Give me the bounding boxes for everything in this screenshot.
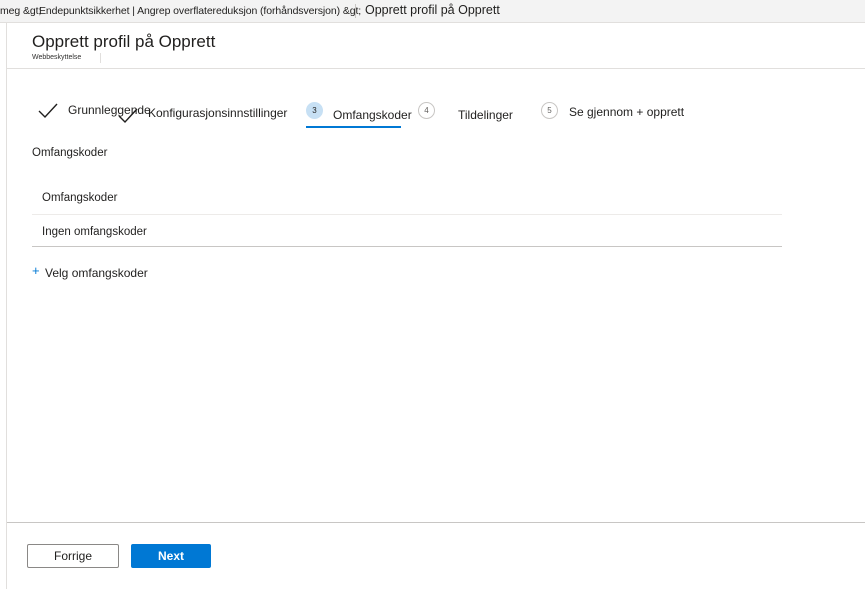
step-basics-label[interactable]: Grunnleggende (68, 103, 151, 117)
table-bottom-divider (32, 246, 782, 247)
breadcrumb-divider (355, 4, 356, 18)
page-subtitle: Webbeskyttelse (32, 54, 82, 61)
checkmark-icon (118, 108, 138, 124)
section-label: Omfangskoder (32, 147, 108, 159)
table-header-divider (32, 214, 782, 215)
subtitle-divider (100, 53, 101, 63)
step-4-badge: 4 (418, 102, 435, 119)
step-configuration-label[interactable]: Konfigurasjonsinnstillinger (148, 106, 287, 120)
header-divider (7, 68, 865, 69)
select-scope-tags-label: Velg omfangskoder (45, 266, 148, 280)
step-scope-tags-label[interactable]: Omfangskoder (333, 108, 412, 122)
previous-button[interactable]: Forrige (27, 544, 119, 568)
plus-icon: + (32, 263, 40, 278)
breadcrumb-current: Opprett profil på Opprett (365, 3, 500, 17)
step-review-create-label[interactable]: Se gjennom + opprett (569, 105, 684, 119)
footer-divider (7, 522, 865, 523)
breadcrumb-item-home[interactable]: meg &gt; (0, 5, 41, 17)
table-column-header: Omfangskoder (42, 192, 118, 204)
step-3-badge: 3 (306, 102, 323, 119)
next-button[interactable]: Next (131, 544, 211, 568)
select-scope-tags-link[interactable]: + Velg omfangskoder (32, 263, 148, 280)
breadcrumb-item-endpoint-security[interactable]: Endepunktsikkerhet | Angrep overflatered… (39, 5, 361, 17)
breadcrumb: meg &gt; Endepunktsikkerhet | Angrep ove… (0, 0, 865, 23)
step-5-badge: 5 (541, 102, 558, 119)
table-row: Ingen omfangskoder (42, 226, 147, 238)
active-step-indicator (306, 126, 401, 128)
step-assignments-label[interactable]: Tildelinger (458, 108, 513, 122)
checkmark-icon (38, 103, 58, 119)
page-title: Opprett profil på Opprett (32, 32, 216, 51)
panel-edge (6, 23, 7, 589)
